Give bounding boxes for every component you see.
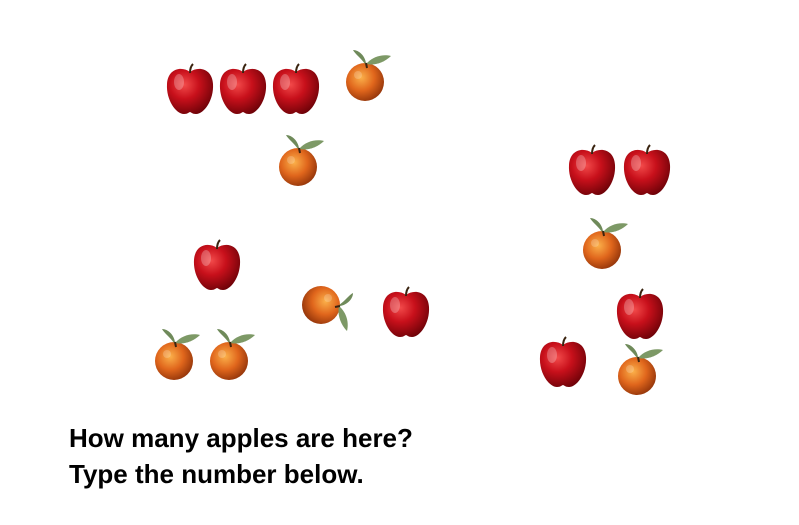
orange-with-leaves-icon	[301, 283, 355, 335]
red-apple-icon	[191, 238, 243, 292]
apple-counting-scene: How many apples are here? Type the numbe…	[0, 0, 799, 525]
red-apple-icon	[380, 285, 432, 339]
red-apple-icon	[270, 62, 322, 116]
red-apple-icon	[537, 335, 589, 389]
orange-with-leaves-icon	[276, 133, 328, 187]
orange-with-leaves-icon	[615, 342, 667, 396]
question-line: How many apples are here?	[69, 423, 413, 453]
red-apple-icon	[164, 62, 216, 116]
red-apple-icon	[566, 143, 618, 197]
orange-with-leaves-icon	[343, 48, 395, 102]
instruction-line: Type the number below.	[69, 459, 364, 489]
red-apple-icon	[217, 62, 269, 116]
orange-with-leaves-icon	[152, 327, 204, 381]
orange-with-leaves-icon	[207, 327, 259, 381]
question-prompt: How many apples are here? Type the numbe…	[69, 420, 413, 492]
red-apple-icon	[614, 287, 666, 341]
red-apple-icon	[621, 143, 673, 197]
orange-with-leaves-icon	[580, 216, 632, 270]
